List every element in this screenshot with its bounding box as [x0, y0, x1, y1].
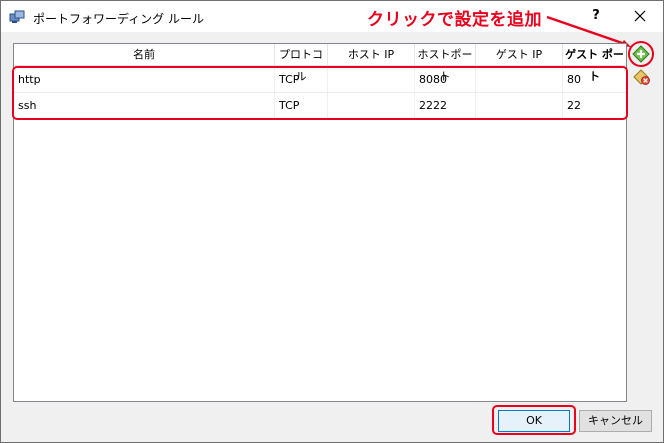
- add-button-highlight-annotation: [628, 41, 654, 67]
- column-header-name[interactable]: 名前: [14, 44, 275, 66]
- close-button[interactable]: [627, 5, 653, 27]
- ok-button-highlight-annotation: [492, 405, 576, 435]
- window-title: ポートフォワーディング ルール: [33, 12, 204, 26]
- close-icon: [634, 10, 646, 22]
- column-header-host-ip[interactable]: ホスト IP: [328, 44, 415, 66]
- rows-highlight-annotation: [12, 66, 628, 120]
- title-bar: ポートフォワーディング ルール ?: [1, 1, 663, 32]
- column-header-guest-ip[interactable]: ゲスト IP: [476, 44, 563, 66]
- virtualbox-network-icon: [9, 10, 25, 23]
- annotation-label: クリックで設定を追加: [367, 10, 542, 30]
- cancel-button[interactable]: キャンセル: [579, 410, 652, 432]
- table-header: 名前 プロトコル ホスト IP ホストポート ゲスト IP ゲスト ポート: [14, 44, 626, 83]
- column-header-host-port[interactable]: ホストポート: [415, 44, 476, 83]
- column-header-protocol[interactable]: プロトコル: [275, 44, 328, 83]
- remove-rule-icon[interactable]: [633, 68, 651, 86]
- column-header-guest-port[interactable]: ゲスト ポート: [563, 44, 626, 83]
- port-forwarding-dialog: ポートフォワーディング ルール ? クリックで設定を追加 名前 プロトコル ホス…: [0, 0, 664, 443]
- help-button[interactable]: ?: [583, 5, 609, 27]
